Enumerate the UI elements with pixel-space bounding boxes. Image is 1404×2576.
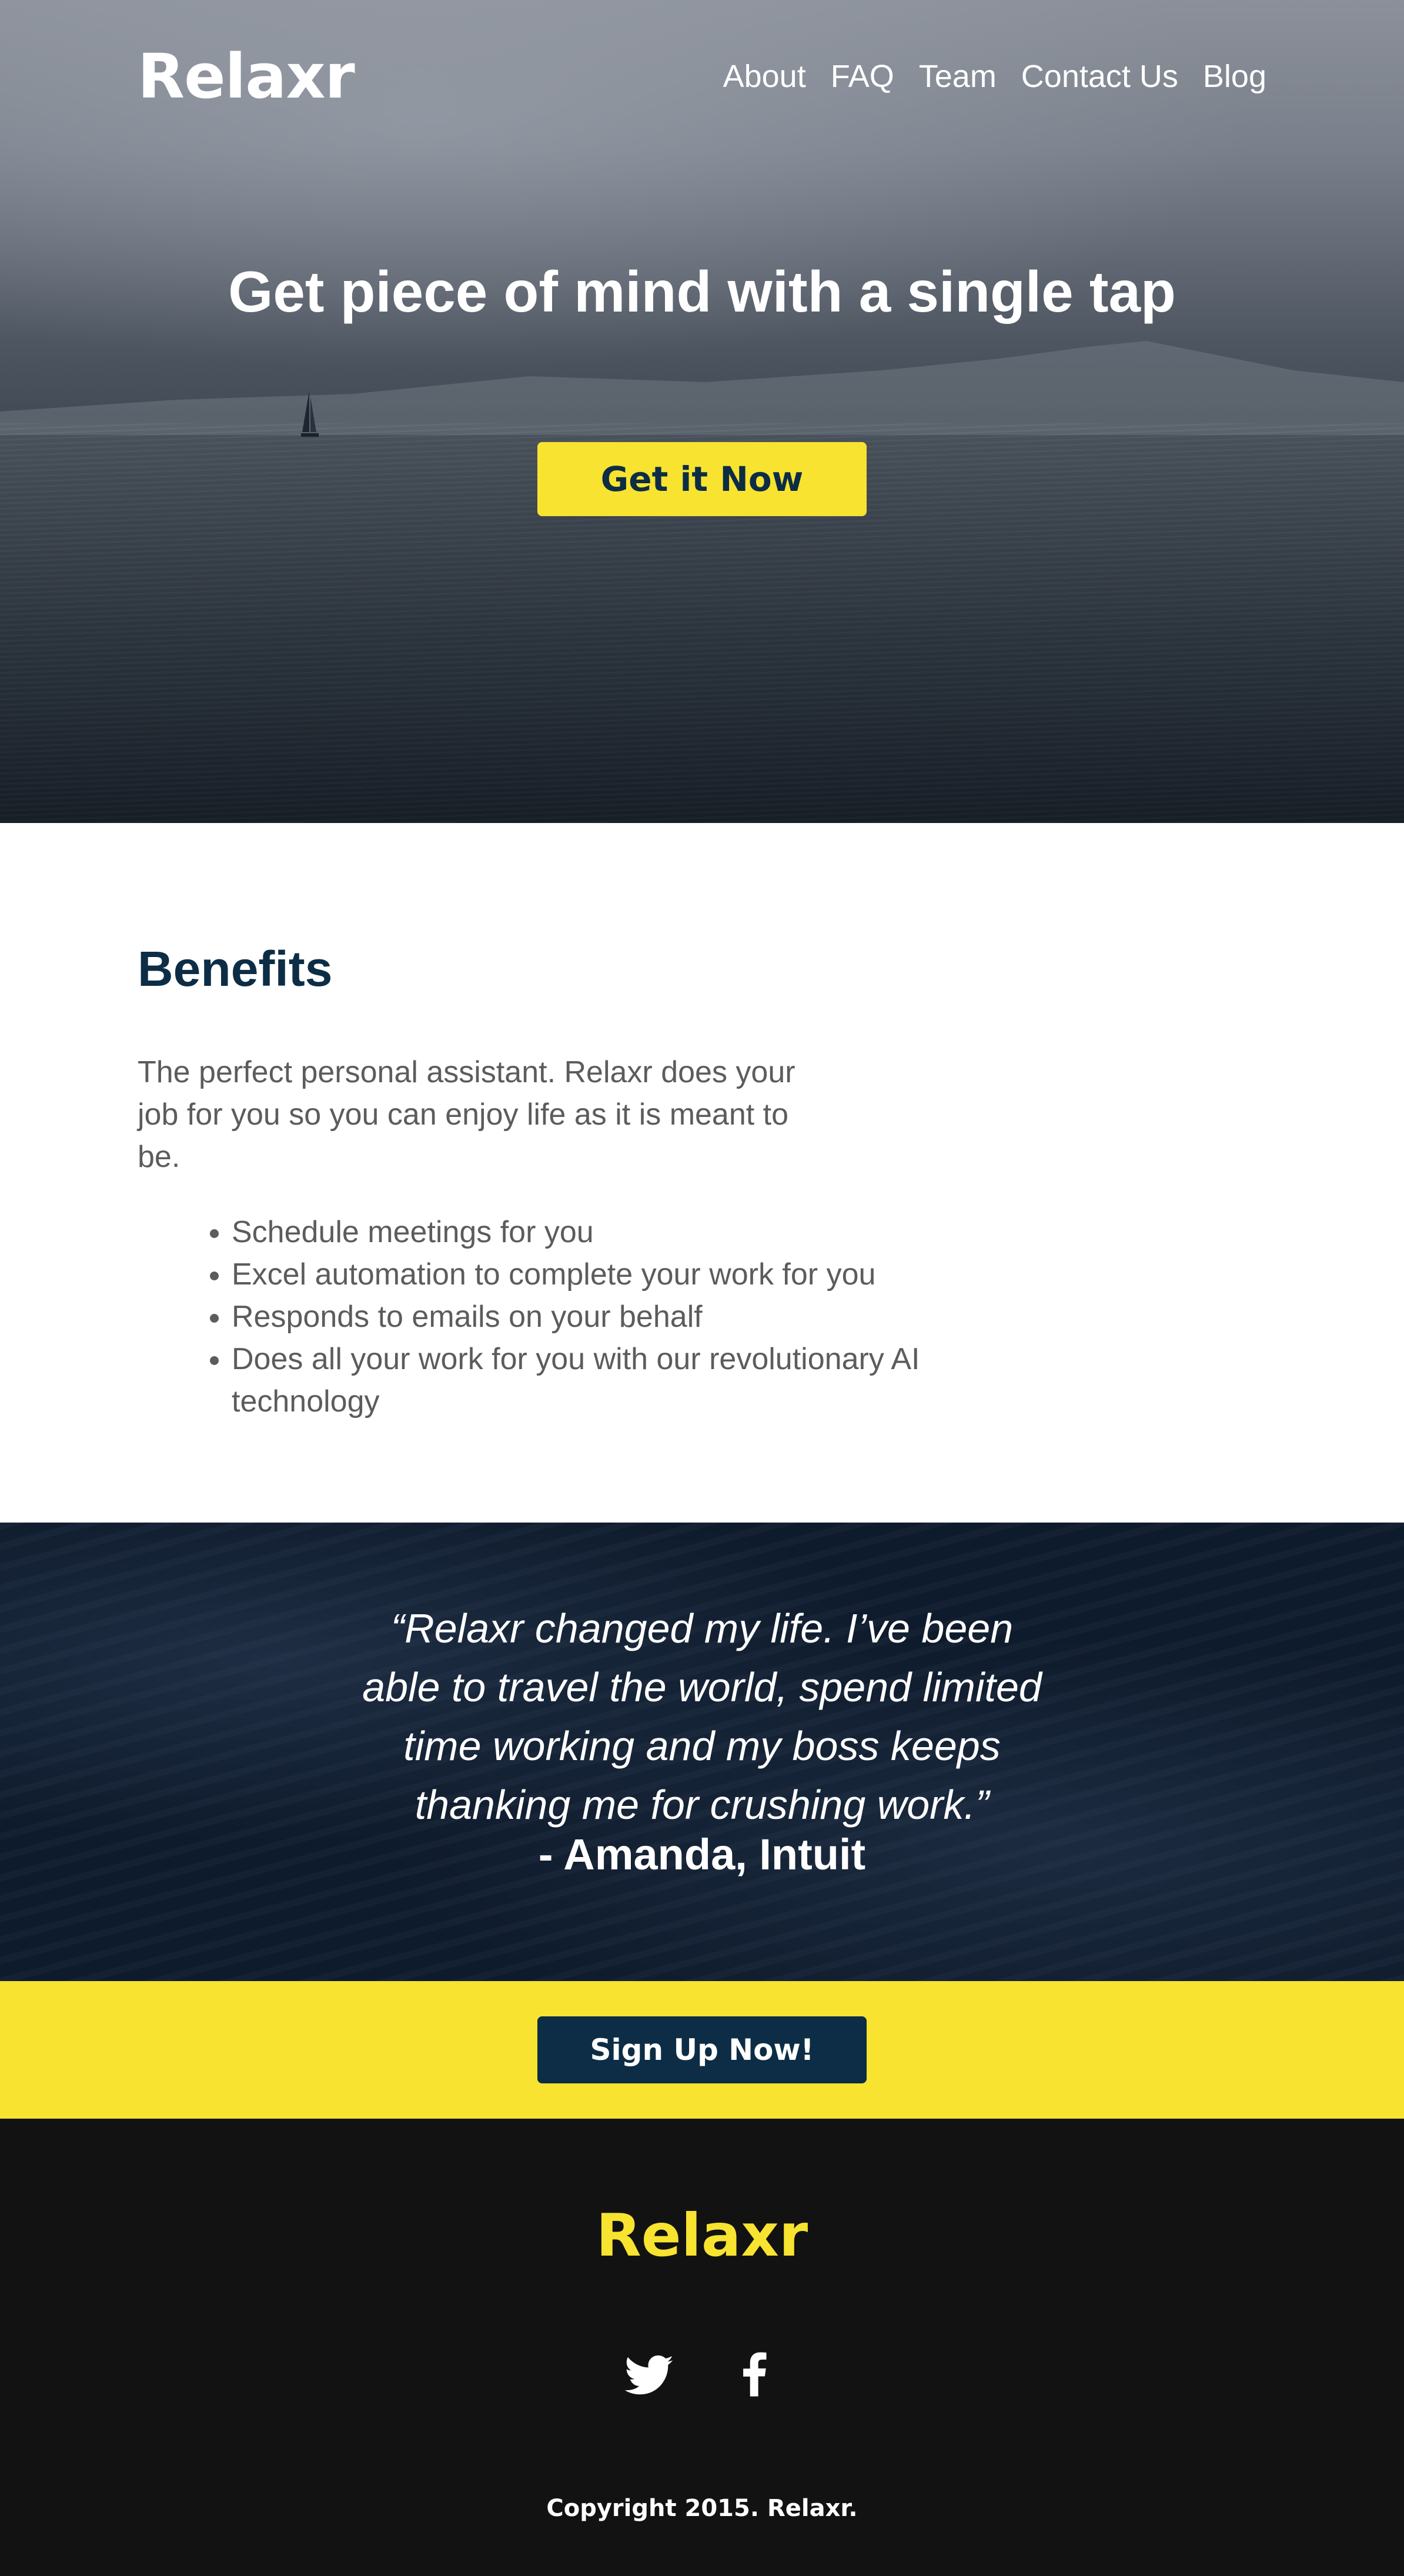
signup-band: Sign Up Now! [0,1981,1404,2119]
facebook-icon [743,2352,767,2397]
get-it-now-button[interactable]: Get it Now [537,442,867,516]
social-links [0,2348,1404,2401]
twitter-icon [624,2355,674,2395]
hero-section: Relaxr About FAQ Team Contact Us Blog Ge… [0,0,1404,823]
copyright-text: Copyright 2015. Relaxr. [546,2495,858,2522]
benefit-item: Does all your work for you with our revo… [232,1338,1055,1423]
benefits-description: The perfect personal assistant. Relaxr d… [138,1055,795,1174]
sign-up-now-button[interactable]: Sign Up Now! [537,2016,867,2083]
footer: Relaxr Copyright 2015. Relaxr. [0,2119,1404,2576]
sailboat-image [301,391,319,437]
nav-link-about[interactable]: About [723,58,806,95]
benefit-item: Schedule meetings for you [232,1211,1055,1253]
benefits-section: Benefits The perfect personal assistant.… [0,823,1404,1523]
testimonial-quote: “Relaxr changed my life. I’ve been able … [362,1605,1042,1828]
testimonial-section: “Relaxr changed my life. I’ve been able … [0,1523,1404,1981]
benefits-list: Schedule meetings for you Excel automati… [138,1211,1055,1423]
benefit-item: Excel automation to complete your work f… [232,1253,1055,1296]
hero-title: Get piece of mind with a single tap [228,259,1176,324]
testimonial-author: - Amanda, Intuit [538,1830,866,1879]
facebook-link[interactable] [728,2348,781,2401]
nav-links: About FAQ Team Contact Us Blog [723,58,1266,95]
top-navigation: Relaxr About FAQ Team Contact Us Blog [138,41,1266,112]
site-logo[interactable]: Relaxr [138,41,355,112]
hero-mountains [0,341,1404,435]
footer-logo: Relaxr [596,2201,808,2270]
nav-link-blog[interactable]: Blog [1203,58,1266,95]
twitter-link[interactable] [623,2348,676,2401]
benefit-item: Responds to emails on your behalf [232,1296,1055,1338]
nav-link-contact-us[interactable]: Contact Us [1021,58,1178,95]
nav-link-faq[interactable]: FAQ [831,58,894,95]
nav-link-team[interactable]: Team [919,58,997,95]
benefits-heading: Benefits [138,941,333,996]
